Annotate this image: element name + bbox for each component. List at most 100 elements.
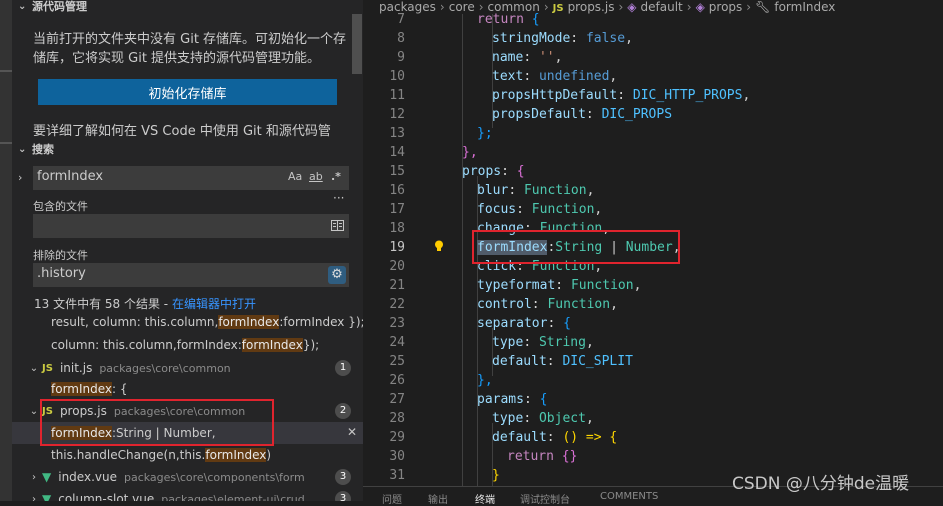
cube-icon: ◈: [627, 0, 637, 14]
scm-scrollbar[interactable]: [352, 14, 362, 74]
breadcrumb-item[interactable]: formIndex: [774, 0, 835, 14]
token: Function: [531, 202, 595, 217]
line-number: 24: [389, 335, 405, 350]
code-line-14: },: [462, 145, 478, 160]
js-file-icon: JS: [42, 362, 53, 374]
annotation-highlight-box: [472, 230, 680, 264]
scm-section-title: 源代码管理: [32, 0, 87, 13]
include-files-label: 包含的文件: [33, 200, 88, 213]
line-number: 10: [389, 69, 405, 84]
result-highlight: formIndex: [205, 448, 267, 462]
breadcrumb-separator: ›: [686, 0, 692, 14]
regex-icon[interactable]: .*: [331, 170, 341, 183]
breadcrumb-item[interactable]: props.js: [568, 0, 615, 14]
line-number: 29: [389, 430, 405, 445]
match-case-icon[interactable]: Aa: [288, 170, 302, 183]
lightbulb-icon[interactable]: [434, 240, 444, 252]
code-line-8: stringMode: false,: [492, 31, 633, 46]
indent-guide: [462, 14, 463, 486]
token: DIC_HTTP_PROPS: [632, 88, 743, 103]
tab-output[interactable]: 输出: [428, 491, 448, 506]
file-name: column-slot.vue: [58, 492, 155, 501]
vue-file-icon: ▼: [42, 492, 52, 501]
line-number: 19: [389, 240, 405, 255]
result-match[interactable]: this.handleChange(n,this. formIndex): [12, 444, 363, 466]
token: return: [507, 449, 554, 464]
token: DIC_PROPS: [601, 107, 673, 122]
chevron-down-icon: ⌄: [18, 0, 27, 12]
token: typeformat: [477, 278, 556, 293]
result-pre: this.handleChange(n,this.: [51, 448, 206, 462]
token: '': [538, 50, 555, 65]
cube-icon: ◈: [695, 0, 705, 14]
result-match[interactable]: column: this.column,formIndex: formIndex …: [12, 334, 363, 356]
token: text: [492, 69, 524, 84]
scm-section-header[interactable]: ⌄ 源代码管理: [12, 0, 363, 17]
code-editor[interactable]: packages › core › common › JS props.js › ◈ default…: [363, 0, 943, 501]
tab-problems[interactable]: 问题: [382, 491, 402, 506]
token: },: [462, 145, 478, 160]
code-line-27: params: {: [477, 392, 548, 407]
result-pre: result, column: this.column,: [51, 315, 219, 329]
token: stringMode: [492, 31, 571, 46]
match-word-icon[interactable]: ab: [309, 170, 323, 183]
line-number: 8: [397, 31, 405, 46]
result-match[interactable]: formIndex: {: [12, 378, 363, 400]
breadcrumb-item[interactable]: props: [709, 0, 743, 14]
line-number: 9: [397, 50, 405, 65]
result-pre: column: this.column,formIndex:: [51, 338, 242, 352]
include-files-input[interactable]: [33, 214, 349, 238]
line-number: 31: [389, 468, 405, 483]
breadcrumb-item[interactable]: default: [641, 0, 683, 14]
code-line-31: }: [492, 468, 500, 483]
result-file-init-js[interactable]: ⌄ JS init.js packages\core\common 1: [12, 357, 363, 379]
tab-comments[interactable]: COMMENTS: [600, 491, 658, 502]
line-number: 22: [389, 297, 405, 312]
book-icon[interactable]: [331, 220, 344, 231]
init-repository-button[interactable]: 初始化存储库: [38, 79, 337, 105]
more-options-icon[interactable]: ···: [333, 191, 344, 205]
token: focus: [477, 202, 517, 217]
breadcrumb-item[interactable]: core: [449, 0, 475, 14]
exclude-settings-gear-icon[interactable]: ⚙: [328, 266, 346, 284]
token: Function: [547, 297, 611, 312]
token: default: [492, 430, 547, 445]
result-highlight: formIndex: [218, 315, 280, 329]
token: control: [477, 297, 532, 312]
activity-indicator: [0, 70, 12, 72]
code-line-28: type: Object,: [492, 411, 594, 426]
annotation-highlight-box: [40, 399, 274, 446]
result-file-column-slot-vue[interactable]: › ▼ column-slot.vue packages\element-ui\…: [12, 488, 363, 501]
token: Function: [570, 278, 634, 293]
token: separator: [477, 316, 548, 331]
result-file-index-vue[interactable]: › ▼ index.vue packages\core\components\f…: [12, 466, 363, 488]
line-number: 21: [389, 278, 405, 293]
line-number: 7: [397, 12, 405, 27]
chevron-right-icon[interactable]: ›: [18, 171, 22, 184]
token: Function: [523, 183, 587, 198]
breadcrumb-separator: ›: [746, 0, 752, 14]
line-number: 27: [389, 392, 405, 407]
code-line-11: propsHttpDefault: DIC_HTTP_PROPS,: [492, 88, 751, 103]
breadcrumb: packages › core › common › JS props.js › ◈ default…: [379, 0, 835, 14]
open-in-editor-link[interactable]: 在编辑器中打开: [172, 297, 256, 311]
token: }: [492, 468, 500, 483]
dismiss-result-icon[interactable]: ✕: [347, 425, 357, 439]
wrench-icon: 🔧︎: [755, 0, 771, 14]
token: params: [477, 392, 524, 407]
search-input[interactable]: formIndex Aa ab .*: [33, 166, 349, 190]
match-count-badge: 3: [335, 469, 351, 485]
line-number: 17: [389, 202, 405, 217]
exclude-files-input[interactable]: .history ⚙: [33, 263, 349, 287]
search-section-header[interactable]: ⌄ 搜索: [12, 138, 363, 160]
tab-debug-console[interactable]: 调试控制台: [520, 491, 570, 506]
file-name: index.vue: [58, 470, 117, 484]
tab-terminal[interactable]: 终端: [475, 491, 495, 506]
code-line-21: typeformat: Function,: [477, 278, 642, 293]
file-path: packages\element-ui\crud: [161, 492, 305, 502]
code-line-22: control: Function,: [477, 297, 618, 312]
token: String: [538, 335, 586, 350]
exclude-files-label: 排除的文件: [33, 249, 88, 262]
result-match[interactable]: result, column: this.column, formIndex:fo…: [12, 313, 363, 331]
line-number: 30: [389, 449, 405, 464]
